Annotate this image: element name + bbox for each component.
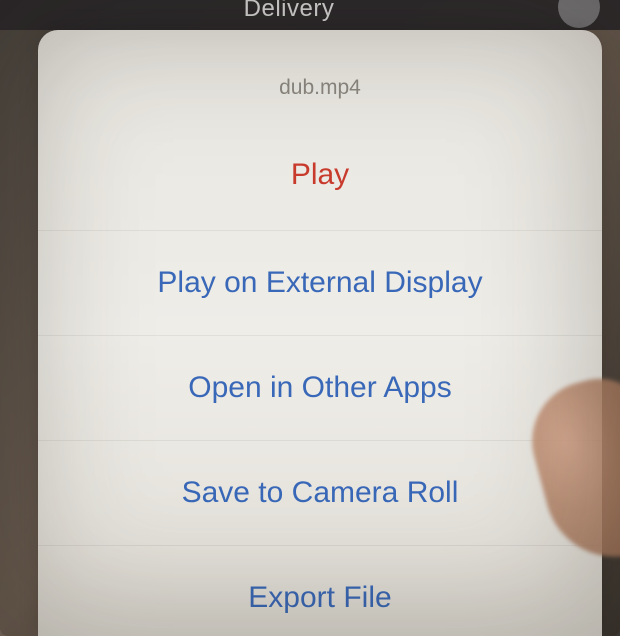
action-play-external-display[interactable]: Play on External Display [38, 230, 602, 335]
action-sheet: dub.mp4 Play Play on External Display Op… [38, 30, 602, 636]
action-save-to-camera-roll[interactable]: Save to Camera Roll [38, 440, 602, 545]
sheet-filename: dub.mp4 [38, 30, 602, 136]
action-play[interactable]: Play [38, 136, 602, 230]
action-open-in-other-apps[interactable]: Open in Other Apps [38, 335, 602, 440]
action-export-file[interactable]: Export File [38, 545, 602, 625]
nav-title-partial: Delivery [20, 0, 558, 23]
nav-bar-behind: Delivery [0, 0, 620, 30]
nav-action-icon [558, 0, 600, 28]
